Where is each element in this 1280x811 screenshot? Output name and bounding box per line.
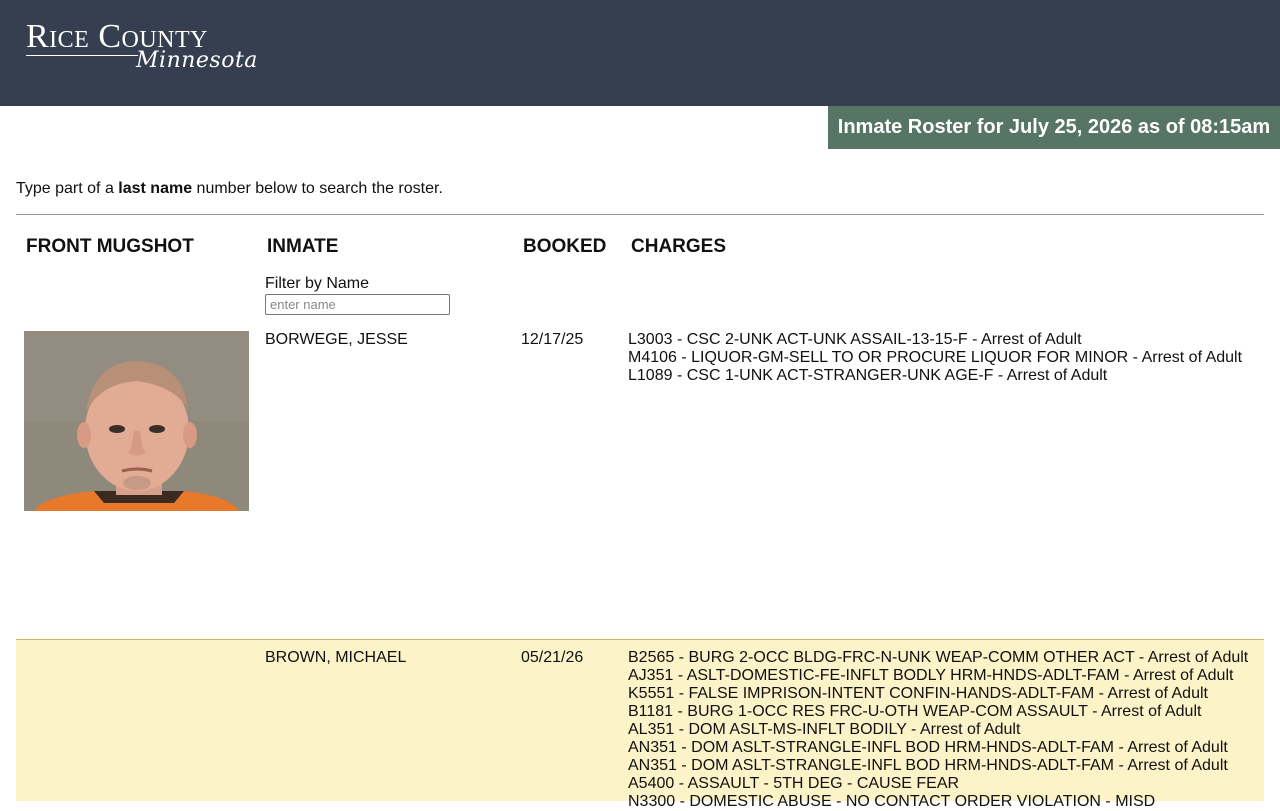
column-header-charges: CHARGES bbox=[631, 236, 727, 257]
charge-item: N3300 - DOMESTIC ABUSE - NO CONTACT ORDE… bbox=[628, 793, 1156, 810]
charge-item: AL351 - DOM ASLT-MS-INFLT BODILY - Arres… bbox=[628, 721, 1021, 738]
site-header: Rice County Minnesota bbox=[0, 0, 1280, 106]
rice-county-logo[interactable]: Rice County Minnesota bbox=[26, 18, 257, 73]
inmate-name: BORWEGE, JESSE bbox=[265, 331, 408, 348]
divider bbox=[16, 214, 1264, 215]
booked-date: 12/17/25 bbox=[521, 331, 584, 348]
charge-item: M4106 - LIQUOR-GM-SELL TO OR PROCURE LIQ… bbox=[628, 349, 1243, 366]
roster-title-banner: Inmate Roster for July 25, 2026 as of 08… bbox=[828, 106, 1280, 149]
instructions-bold: last name bbox=[118, 180, 193, 197]
table-row: BROWN, MICHAEL 05/21/26 B2565 - BURG 2-O… bbox=[16, 639, 1264, 810]
booked-date: 05/21/26 bbox=[521, 649, 584, 666]
filter-name-input[interactable] bbox=[265, 294, 450, 315]
charges-list: L3003 - CSC 2-UNK ACT-UNK ASSAIL-13-15-F… bbox=[628, 331, 1242, 385]
charge-item: AJ351 - ASLT-DOMESTIC-FE-INFLT BODLY HRM… bbox=[628, 667, 1234, 684]
charge-item: B2565 - BURG 2-OCC BLDG-FRC-N-UNK WEAP-C… bbox=[628, 649, 1249, 666]
logo-sub-text: Minnesota bbox=[136, 48, 258, 73]
charges-list: B2565 - BURG 2-OCC BLDG-FRC-N-UNK WEAP-C… bbox=[628, 649, 1248, 811]
table-row: BORWEGE, JESSE 12/17/25 L3003 - CSC 2-UN… bbox=[16, 322, 1264, 639]
charge-item: L1089 - CSC 1-UNK ACT-STRANGER-UNK AGE-F… bbox=[628, 367, 1108, 384]
charge-item: A5400 - ASSAULT - 5TH DEG - CAUSE FEAR bbox=[628, 775, 960, 792]
logo-rule bbox=[26, 55, 138, 56]
mugshot-photo[interactable] bbox=[24, 331, 249, 511]
charge-item: L3003 - CSC 2-UNK ACT-UNK ASSAIL-13-15-F… bbox=[628, 331, 1082, 348]
charge-item: K5551 - FALSE IMPRISON-INTENT CONFIN-HAN… bbox=[628, 685, 1208, 702]
column-header-inmate: INMATE bbox=[267, 236, 339, 257]
charge-item: AN351 - DOM ASLT-STRANGLE-INFL BOD HRM-H… bbox=[628, 739, 1228, 756]
inmate-name: BROWN, MICHAEL bbox=[265, 649, 407, 666]
filter-by-name-label: Filter by Name bbox=[265, 275, 370, 292]
column-header-booked: BOOKED bbox=[523, 236, 607, 257]
instructions-after: number below to search the roster. bbox=[192, 180, 443, 197]
instructions-before: Type part of a bbox=[16, 180, 119, 197]
charge-item: B1181 - BURG 1-OCC RES FRC-U-OTH WEAP-CO… bbox=[628, 703, 1202, 720]
column-header-mugshot: FRONT MUGSHOT bbox=[26, 236, 194, 257]
search-instructions: Type part of a last name number below to… bbox=[16, 180, 443, 198]
charge-item: AN351 - DOM ASLT-STRANGLE-INFL BOD HRM-H… bbox=[628, 757, 1228, 774]
mugshot-image bbox=[24, 331, 249, 511]
